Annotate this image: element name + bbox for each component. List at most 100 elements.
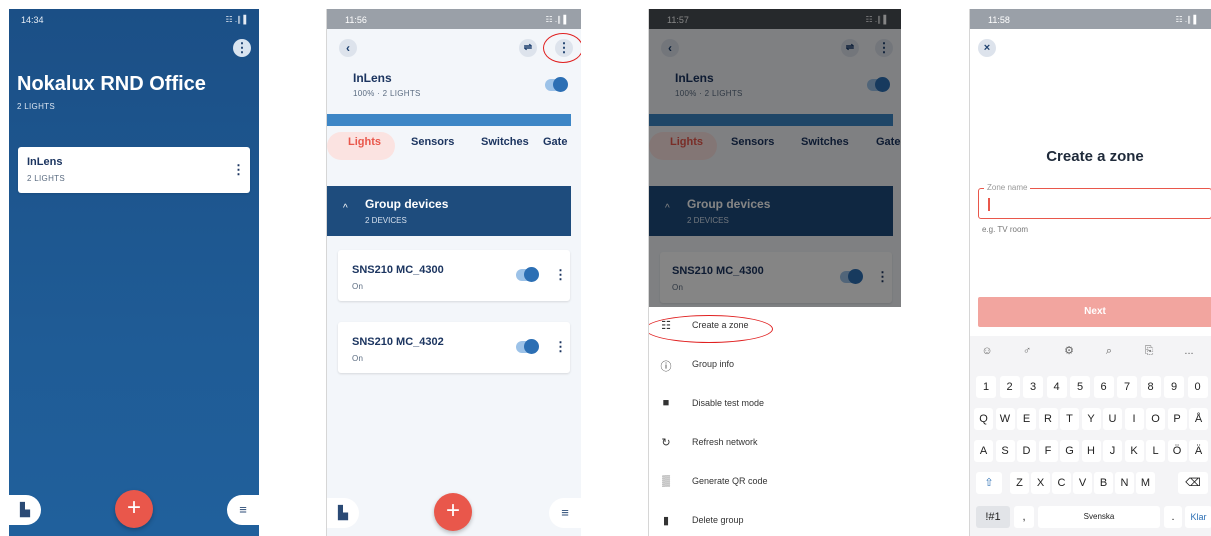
- keyboard-key[interactable]: T: [1060, 408, 1079, 430]
- keyboard-key[interactable]: 8: [1140, 376, 1161, 398]
- adjust-sliders-icon[interactable]: ⇌: [519, 39, 537, 57]
- status-bar: 14:34 ☷ .∥ ▌: [9, 9, 259, 29]
- group-devices-header[interactable]: ^ Group devices 2 DEVICES: [327, 186, 571, 236]
- page-subtitle: 2 LIGHTS: [17, 102, 55, 111]
- keyboard: ☺ ♂ ⚙ ⌕ ⎘ ... 1234567890 QWERTYUIOPÅ ASD…: [970, 336, 1211, 536]
- keyboard-key[interactable]: U: [1103, 408, 1122, 430]
- keyboard-key[interactable]: N: [1115, 472, 1134, 494]
- screen-room-overview: 14:34 ☷ .∥ ▌ ⋮ Nokalux RND Office 2 LIGH…: [9, 9, 259, 536]
- menu-item-label: Disable test mode: [692, 398, 765, 408]
- group-power-toggle[interactable]: [545, 77, 568, 92]
- menu-list-icon[interactable]: ≡: [227, 495, 259, 525]
- section-subtitle: 2 DEVICES: [365, 216, 407, 225]
- emoji-icon[interactable]: ☺: [976, 340, 998, 362]
- menu-item-group-info[interactable]: ⓘ Group info: [649, 346, 901, 384]
- search-icon[interactable]: ⌕: [1098, 340, 1120, 362]
- close-icon[interactable]: ×: [978, 39, 996, 57]
- keyboard-key[interactable]: Å: [1189, 408, 1208, 430]
- device-toggle[interactable]: [516, 339, 539, 354]
- group-card-inlens[interactable]: InLens 2 LIGHTS ⋮: [18, 147, 250, 193]
- keyboard-key[interactable]: G: [1060, 440, 1079, 462]
- keyboard-key[interactable]: X: [1031, 472, 1050, 494]
- keyboard-key[interactable]: 1: [976, 376, 996, 398]
- done-key[interactable]: Klar: [1185, 506, 1211, 528]
- comma-key[interactable]: ,: [1014, 506, 1034, 528]
- keyboard-key[interactable]: 7: [1117, 376, 1137, 398]
- keyboard-key[interactable]: D: [1017, 440, 1036, 462]
- device-card[interactable]: SNS210 MC_4302 On ⋮: [338, 322, 570, 373]
- building-icon[interactable]: ▙: [9, 495, 41, 525]
- add-fab-button[interactable]: +: [115, 490, 153, 528]
- device-menu-icon[interactable]: ⋮: [554, 267, 567, 283]
- keyboard-key[interactable]: Q: [974, 408, 993, 430]
- keyboard-key[interactable]: 5: [1070, 376, 1090, 398]
- keyboard-key[interactable]: R: [1038, 408, 1058, 430]
- status-time: 11:56: [345, 15, 367, 25]
- keyboard-key[interactable]: A: [974, 440, 993, 462]
- tab-lights[interactable]: Lights: [348, 136, 381, 148]
- group-light-count: 2 LIGHTS: [27, 174, 65, 183]
- status-time: 11:58: [988, 15, 1010, 25]
- tab-switches[interactable]: Switches: [481, 136, 529, 148]
- menu-item-refresh-network[interactable]: ↻ Refresh network: [649, 424, 901, 462]
- keyboard-key[interactable]: W: [995, 408, 1015, 430]
- keyboard-key[interactable]: O: [1146, 408, 1165, 430]
- keyboard-key[interactable]: 9: [1164, 376, 1184, 398]
- keyboard-key[interactable]: F: [1038, 440, 1058, 462]
- back-button[interactable]: ‹: [339, 39, 357, 57]
- device-card[interactable]: SNS210 MC_4300 On ⋮: [338, 250, 570, 301]
- keyboard-key[interactable]: 0: [1187, 376, 1208, 398]
- menu-item-generate-qr[interactable]: ▒ Generate QR code: [649, 463, 901, 501]
- keyboard-key[interactable]: J: [1103, 440, 1122, 462]
- keyboard-key[interactable]: S: [995, 440, 1015, 462]
- menu-list-icon[interactable]: ≡: [549, 498, 581, 528]
- menu-item-delete-group[interactable]: ▮ Delete group: [649, 502, 901, 536]
- keyboard-key[interactable]: Z: [1010, 472, 1029, 494]
- backspace-key[interactable]: ⌫: [1178, 472, 1208, 494]
- menu-item-disable-test-mode[interactable]: ■ Disable test mode: [649, 385, 901, 423]
- keyboard-key[interactable]: I: [1124, 408, 1144, 430]
- section-title: Group devices: [365, 197, 449, 211]
- more-options-icon[interactable]: ⋮: [233, 39, 251, 57]
- more-icon[interactable]: ...: [1178, 340, 1200, 362]
- keyboard-key[interactable]: Ä: [1189, 440, 1208, 462]
- clipboard-icon[interactable]: ⎘: [1138, 340, 1160, 362]
- device-toggle[interactable]: [516, 267, 539, 282]
- keyboard-key[interactable]: 3: [1023, 376, 1043, 398]
- zone-name-input[interactable]: [978, 188, 1211, 219]
- keyboard-key[interactable]: M: [1136, 472, 1155, 494]
- trash-icon: ▮: [662, 515, 670, 527]
- qr-code-icon: ▒: [662, 475, 670, 487]
- tab-sensors[interactable]: Sensors: [411, 136, 454, 148]
- device-menu-icon[interactable]: ⋮: [554, 339, 567, 355]
- keyboard-key[interactable]: L: [1146, 440, 1165, 462]
- add-fab-button[interactable]: +: [434, 493, 472, 531]
- space-key[interactable]: Svenska: [1038, 506, 1160, 528]
- status-icons: ☷ .∥ ▌: [1175, 15, 1199, 24]
- shift-key[interactable]: ⇧: [976, 472, 1002, 494]
- screen-group-detail: 11:56 ☷ .∥ ▌ ‹ ⇌ ⋮ InLens 100% · 2 LIGHT…: [326, 9, 581, 536]
- keyboard-key[interactable]: E: [1017, 408, 1036, 430]
- brightness-bar[interactable]: [327, 114, 571, 126]
- keyboard-key[interactable]: Ö: [1167, 440, 1187, 462]
- keyboard-key[interactable]: P: [1167, 408, 1187, 430]
- building-icon[interactable]: ▙: [327, 498, 359, 528]
- keyboard-key[interactable]: 6: [1093, 376, 1114, 398]
- tab-gateways[interactable]: Gate: [543, 136, 567, 148]
- settings-icon[interactable]: ⚙: [1058, 340, 1080, 362]
- keyboard-key[interactable]: B: [1094, 472, 1113, 494]
- keyboard-key[interactable]: K: [1124, 440, 1144, 462]
- microphone-icon[interactable]: ♂: [1016, 340, 1038, 362]
- group-name: InLens: [27, 156, 63, 168]
- keyboard-key[interactable]: Y: [1081, 408, 1101, 430]
- keyboard-key[interactable]: 4: [1046, 376, 1067, 398]
- keyboard-key[interactable]: 2: [999, 376, 1020, 398]
- keyboard-key[interactable]: C: [1052, 472, 1071, 494]
- dim-overlay[interactable]: [649, 9, 901, 307]
- symbols-key[interactable]: !#1: [976, 506, 1010, 528]
- keyboard-key[interactable]: H: [1081, 440, 1101, 462]
- group-menu-icon[interactable]: ⋮: [232, 162, 245, 178]
- next-button[interactable]: Next: [978, 297, 1211, 327]
- keyboard-key[interactable]: V: [1073, 472, 1092, 494]
- period-key[interactable]: .: [1164, 506, 1182, 528]
